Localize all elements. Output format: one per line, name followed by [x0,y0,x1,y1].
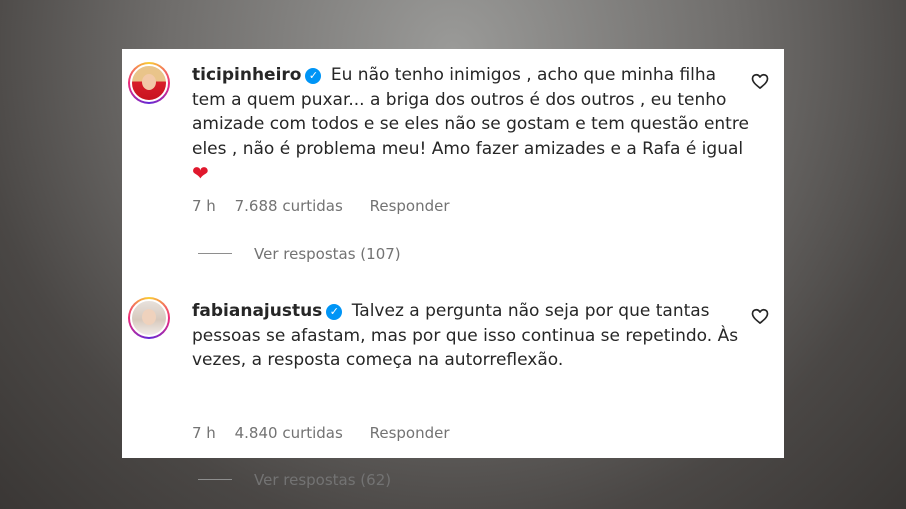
replies-divider [198,253,232,254]
comment-body: fabianajustus ✓ Talvez a pergunta não sej… [192,299,752,373]
heart-outline-icon[interactable] [750,306,770,326]
comment-likes[interactable]: 4.840 curtidas [235,424,343,442]
comment-time: 7 h [192,424,216,442]
verified-badge-icon: ✓ [305,68,322,84]
view-replies-label: Ver respostas (107) [254,245,401,263]
avatar[interactable] [128,297,170,339]
red-heart-emoji-icon: ❤ [192,161,209,185]
comment-likes[interactable]: 7.688 curtidas [235,197,343,215]
comment-time: 7 h [192,197,216,215]
view-replies-button[interactable]: Ver respostas (107) [198,245,401,263]
comment-username[interactable]: ticipinheiro [192,65,301,85]
comment-meta: 7 h 4.840 curtidas Responder [192,424,464,442]
comment-body: ticipinheiro ✓ Eu não tenho inimigos , ac… [192,63,752,186]
comment-meta: 7 h 7.688 curtidas Responder [192,197,464,215]
view-replies-label: Ver respostas (62) [254,471,392,489]
avatar[interactable] [128,62,170,104]
heart-outline-icon[interactable] [750,71,770,91]
reply-button[interactable]: Responder [370,424,450,442]
replies-divider [198,479,232,480]
comment-username[interactable]: fabianajustus [192,301,322,321]
comments-card: ticipinheiro ✓ Eu não tenho inimigos , ac… [122,49,784,489]
verified-badge-icon: ✓ [326,304,343,320]
view-replies-button[interactable]: Ver respostas (62) [198,471,391,489]
reply-button[interactable]: Responder [370,197,450,215]
